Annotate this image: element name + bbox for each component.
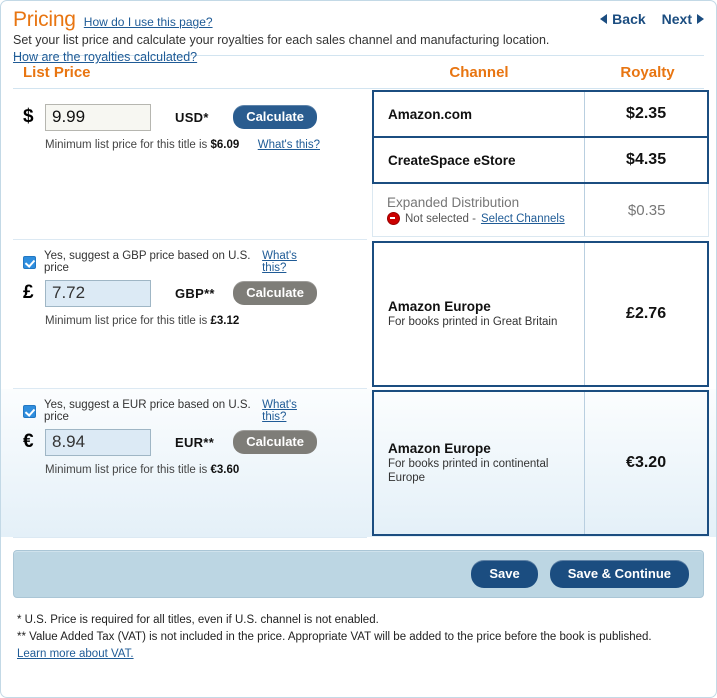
createspace-title: CreateSpace eStore: [388, 152, 516, 168]
eur-minimum-row: Minimum list price for this title is €3.…: [1, 464, 367, 476]
amazon-europe-continental-name-cell: Amazon Europe For books printed in conti…: [374, 392, 584, 534]
amazon-com-title: Amazon.com: [388, 106, 473, 122]
footnote-vat: ** Value Added Tax (VAT) is not included…: [17, 631, 652, 643]
gbp-minimum-value: £3.12: [210, 315, 240, 327]
eur-whats-this-link[interactable]: What's this?: [262, 399, 320, 423]
gbp-suggest-checkbox[interactable]: [23, 255, 36, 269]
eur-left-panel: Yes, suggest a EUR price based on U.S. p…: [1, 389, 367, 537]
channel-row-amazon-com[interactable]: Amazon.com $2.35: [372, 90, 709, 138]
channel-row-amazon-europe-continental[interactable]: Amazon Europe For books printed in conti…: [372, 390, 709, 536]
usd-channel-panel: Amazon.com $2.35 CreateSpace eStore $4.3…: [367, 89, 709, 239]
expanded-distribution-name-cell: Expanded Distribution Not selected - Sel…: [373, 184, 584, 236]
next-button-label: Next: [661, 11, 692, 27]
expanded-distribution-status: Not selected - Select Channels: [387, 212, 584, 225]
usd-whats-this-link[interactable]: What's this?: [258, 139, 320, 151]
save-button[interactable]: Save: [471, 560, 538, 588]
gbp-suggest-row: Yes, suggest a GBP price based on U.S. p…: [1, 250, 367, 274]
footnote-us-price: * U.S. Price is required for all titles,…: [17, 614, 379, 626]
back-button-label: Back: [612, 11, 646, 27]
usd-minimum-row: Minimum list price for this title is $6.…: [1, 139, 367, 151]
eur-currency-symbol: €: [23, 431, 34, 452]
gbp-minimum-row: Minimum list price for this title is £3.…: [1, 315, 367, 327]
next-button[interactable]: Next: [662, 11, 704, 27]
amazon-europe-gb-royalty: £2.76: [626, 305, 667, 322]
page-navigation: Back Next: [600, 11, 704, 27]
chevron-right-icon: [697, 14, 704, 24]
page-title: Pricing: [13, 8, 76, 31]
usd-minimum-value: $6.09: [210, 139, 240, 151]
section-divider-3: [13, 537, 367, 538]
amazon-europe-gb-name-cell: Amazon Europe For books printed in Great…: [374, 243, 584, 385]
eur-channel-panel: Amazon Europe For books printed in conti…: [367, 389, 709, 537]
gbp-currency-symbol: £: [23, 282, 34, 303]
save-and-continue-button[interactable]: Save & Continue: [549, 560, 689, 588]
how-are-royalties-calculated-link[interactable]: How are the royalties calculated?: [13, 50, 197, 64]
usd-minimum-text: Minimum list price for this title is $6.…: [45, 139, 240, 151]
gbp-channel-panel: Amazon Europe For books printed in Great…: [367, 240, 709, 388]
amazon-com-royalty: $2.35: [626, 105, 667, 122]
amazon-europe-continental-subtitle: For books printed in continental Europe: [388, 458, 549, 484]
section-eur: Yes, suggest a EUR price based on U.S. p…: [1, 389, 716, 537]
gbp-whats-this-link[interactable]: What's this?: [262, 250, 320, 274]
gbp-left-panel: Yes, suggest a GBP price based on U.S. p…: [1, 240, 367, 388]
column-header-list-price: List Price: [23, 63, 91, 81]
eur-minimum-text: Minimum list price for this title is €3.…: [45, 464, 240, 476]
usd-currency-symbol: $: [23, 106, 34, 127]
amazon-europe-gb-subtitle: For books printed in Great Britain: [388, 316, 558, 328]
gbp-calculate-button[interactable]: Calculate: [233, 281, 317, 305]
eur-suggest-row: Yes, suggest a EUR price based on U.S. p…: [1, 399, 367, 423]
section-gbp: Yes, suggest a GBP price based on U.S. p…: [1, 240, 716, 388]
eur-price-input[interactable]: [45, 428, 151, 456]
page-subtitle: Set your list price and calculate your r…: [13, 33, 550, 47]
eur-suggest-checkbox[interactable]: [23, 404, 36, 418]
eur-minimum-value: €3.60: [210, 464, 240, 476]
eur-currency-code: EUR**: [175, 434, 215, 450]
chevron-left-icon: [600, 14, 608, 24]
how-do-i-use-this-page-link[interactable]: How do I use this page?: [84, 15, 213, 29]
learn-more-about-vat-link[interactable]: Learn more about VAT.: [17, 648, 134, 660]
amazon-com-name-cell: Amazon.com: [374, 92, 584, 136]
column-header-royalty: Royalty: [620, 63, 675, 81]
usd-price-input[interactable]: [45, 103, 151, 131]
footer-action-bar: Save Save & Continue: [13, 550, 704, 598]
amazon-europe-continental-royalty: €3.20: [626, 454, 667, 471]
eur-calculate-button[interactable]: Calculate: [233, 430, 317, 454]
gbp-suggest-label: Yes, suggest a GBP price based on U.S. p…: [44, 250, 251, 274]
amazon-europe-gb-title: Amazon Europe: [388, 299, 491, 314]
channel-row-amazon-europe-gb[interactable]: Amazon Europe For books printed in Great…: [372, 241, 709, 387]
pricing-page: Pricing How do I use this page? Set your…: [0, 0, 717, 698]
amazon-europe-continental-title: Amazon Europe: [388, 441, 491, 456]
footnotes: * U.S. Price is required for all titles,…: [1, 598, 716, 663]
eur-suggest-label: Yes, suggest a EUR price based on U.S. p…: [44, 399, 251, 423]
channel-row-createspace-estore[interactable]: CreateSpace eStore $4.35: [372, 136, 709, 184]
page-header: Pricing How do I use this page? Set your…: [1, 1, 716, 64]
column-header-channel: Channel: [449, 63, 509, 81]
gbp-price-input[interactable]: [45, 279, 151, 307]
pricing-grid: $ USD* Calculate Minimum list price for …: [1, 89, 716, 538]
back-button[interactable]: Back: [600, 11, 646, 27]
expanded-distribution-title: Expanded Distribution: [387, 195, 520, 210]
usd-currency-code: USD*: [175, 109, 209, 125]
createspace-royalty: $4.35: [626, 151, 667, 168]
eur-price-row: € EUR** Calculate: [1, 423, 367, 461]
channel-row-expanded-distribution[interactable]: Expanded Distribution Not selected - Sel…: [372, 184, 709, 237]
stop-icon: [387, 212, 400, 225]
select-channels-link[interactable]: Select Channels: [481, 213, 565, 225]
createspace-name-cell: CreateSpace eStore: [374, 138, 584, 182]
gbp-currency-code: GBP**: [175, 285, 215, 301]
usd-left-panel: $ USD* Calculate Minimum list price for …: [1, 89, 367, 239]
gbp-price-row: £ GBP** Calculate: [1, 274, 367, 312]
section-usd: $ USD* Calculate Minimum list price for …: [1, 89, 716, 239]
expanded-distribution-status-text: Not selected -: [405, 212, 476, 225]
expanded-distribution-royalty: $0.35: [627, 201, 666, 219]
usd-calculate-button[interactable]: Calculate: [233, 105, 317, 129]
usd-price-row: $ USD* Calculate: [1, 98, 367, 136]
gbp-minimum-text: Minimum list price for this title is £3.…: [45, 315, 240, 327]
